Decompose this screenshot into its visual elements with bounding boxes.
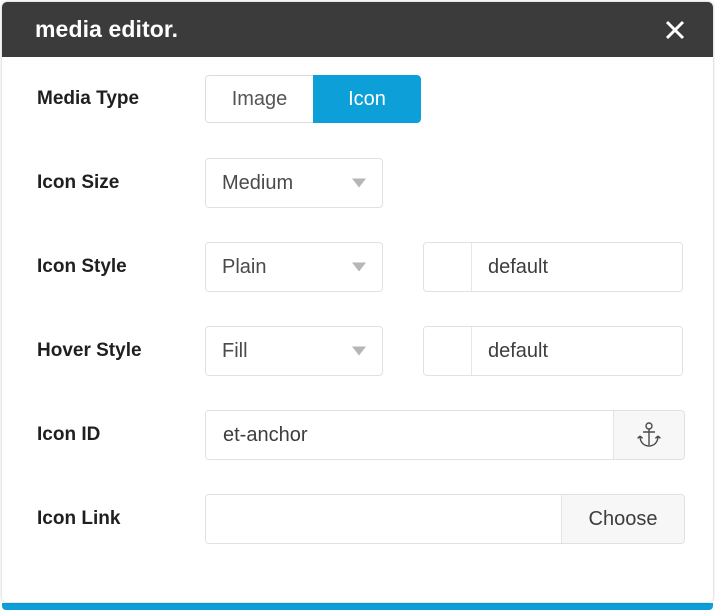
anchor-icon[interactable] [613, 411, 684, 459]
icon-style-color-field: default [423, 242, 683, 292]
label-icon-style: Icon Style [37, 256, 127, 277]
label-hover-style: Hover Style [37, 340, 142, 361]
icon-id-input[interactable]: et-anchor [206, 411, 613, 459]
label-icon-link: Icon Link [37, 508, 121, 529]
media-type-toggle: Image Icon [205, 75, 421, 123]
chevron-down-icon [352, 262, 366, 272]
row-icon-link: Icon Link Choose [2, 477, 713, 561]
label-icon-id: Icon ID [37, 424, 101, 445]
media-type-option-icon[interactable]: Icon [313, 75, 421, 123]
row-media-type: Media Type Image Icon [2, 57, 713, 141]
row-icon-size: Icon Size Medium [2, 141, 713, 225]
icon-size-select[interactable]: Medium [205, 158, 383, 208]
chevron-down-icon [352, 346, 366, 356]
icon-style-color-value[interactable]: default [472, 243, 682, 291]
dialog-body: Media Type Image Icon Icon Size Medium I… [2, 57, 713, 602]
dialog-title: media editor. [35, 16, 179, 42]
hover-style-color-value[interactable]: default [472, 327, 682, 375]
hover-style-value: Fill [222, 339, 248, 362]
dialog-titlebar: media editor. [2, 2, 713, 57]
media-type-option-image[interactable]: Image [205, 75, 313, 123]
icon-style-value: Plain [222, 255, 267, 278]
close-icon[interactable] [659, 14, 691, 46]
icon-id-input-group: et-anchor [205, 410, 685, 460]
media-editor-dialog: media editor. Media Type Image Icon Icon… [2, 2, 713, 602]
row-icon-style: Icon Style Plain default [2, 225, 713, 309]
hover-style-select[interactable]: Fill [205, 326, 383, 376]
row-hover-style: Hover Style Fill default [2, 309, 713, 393]
icon-size-value: Medium [222, 171, 294, 194]
icon-style-select[interactable]: Plain [205, 242, 383, 292]
icon-link-input[interactable] [206, 495, 561, 543]
dialog-action-bar [2, 603, 713, 610]
row-icon-id: Icon ID et-anchor [2, 393, 713, 477]
chevron-down-icon [352, 178, 366, 188]
icon-style-color-swatch[interactable] [424, 243, 472, 291]
label-media-type: Media Type [37, 88, 140, 109]
icon-link-input-group: Choose [205, 494, 685, 544]
icon-link-choose-button[interactable]: Choose [561, 495, 684, 543]
hover-style-color-swatch[interactable] [424, 327, 472, 375]
label-icon-size: Icon Size [37, 172, 120, 193]
hover-style-color-field: default [423, 326, 683, 376]
